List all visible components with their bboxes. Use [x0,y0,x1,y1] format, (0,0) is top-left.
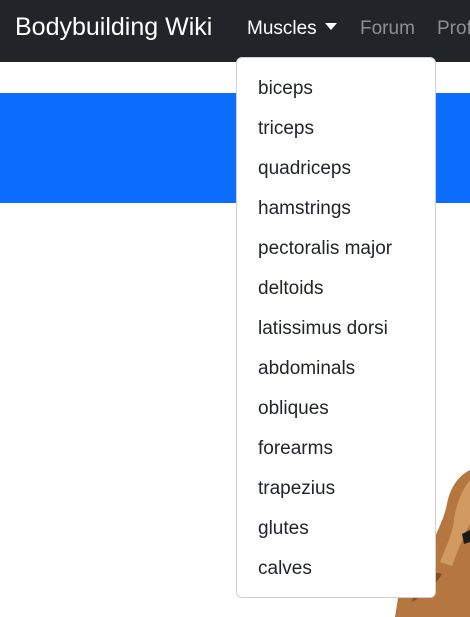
dropdown-item-triceps[interactable]: triceps [237,109,435,149]
nav-muscles-dropdown[interactable]: Muscles [247,18,337,40]
dropdown-item-pectoralis-major[interactable]: pectoralis major [237,229,435,269]
dropdown-item-quadriceps[interactable]: quadriceps [237,149,435,189]
dropdown-item-calves[interactable]: calves [237,549,435,589]
dropdown-item-trapezius[interactable]: trapezius [237,469,435,509]
muscles-dropdown-menu: biceps triceps quadriceps hamstrings pec… [236,57,436,598]
nav-forum-link[interactable]: Forum [360,18,415,40]
dropdown-item-deltoids[interactable]: deltoids [237,269,435,309]
dropdown-item-forearms[interactable]: forearms [237,429,435,469]
dropdown-item-abdominals[interactable]: abdominals [237,349,435,389]
dropdown-item-biceps[interactable]: biceps [237,69,435,109]
navbar: Bodybuilding Wiki Muscles Forum Profile [0,0,470,62]
dropdown-item-latissimus-dorsi[interactable]: latissimus dorsi [237,309,435,349]
brand-link[interactable]: Bodybuilding Wiki [15,13,212,42]
nav-profile-link[interactable]: Profile [437,18,470,40]
nav-muscles-label: Muscles [247,18,317,39]
caret-down-icon [324,23,337,30]
dropdown-item-glutes[interactable]: glutes [237,509,435,549]
dropdown-item-hamstrings[interactable]: hamstrings [237,189,435,229]
dropdown-item-obliques[interactable]: obliques [237,389,435,429]
